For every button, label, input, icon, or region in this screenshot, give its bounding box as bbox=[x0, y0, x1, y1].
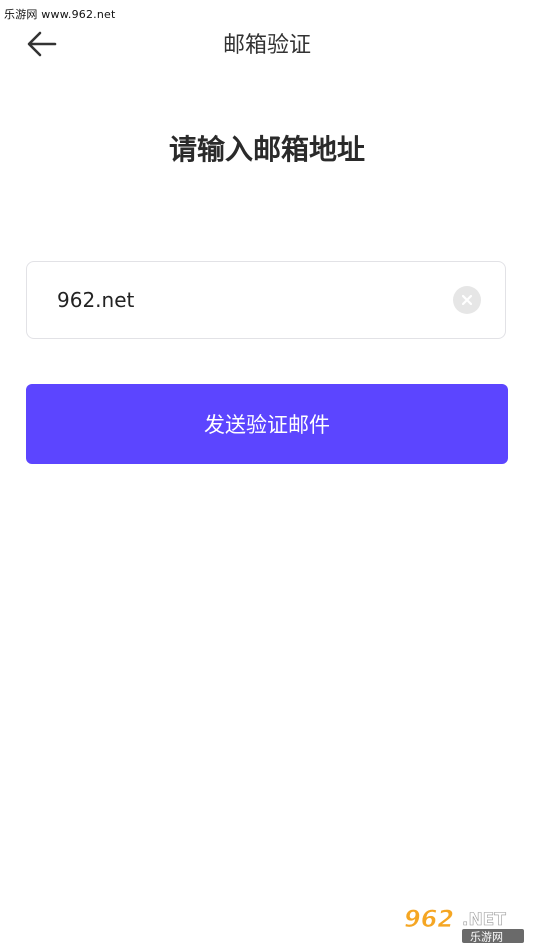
clear-input-button[interactable] bbox=[453, 286, 481, 314]
email-prompt-heading: 请输入邮箱地址 bbox=[168, 133, 365, 166]
svg-text:.NET: .NET bbox=[462, 910, 506, 930]
send-verification-email-button[interactable]: 发送验证邮件 bbox=[26, 384, 508, 464]
site-watermark-text: 乐游网 www.962.net bbox=[4, 8, 116, 21]
svg-text:乐游网: 乐游网 bbox=[470, 931, 503, 944]
email-input[interactable] bbox=[57, 262, 447, 338]
svg-text:962: 962 bbox=[404, 905, 454, 933]
brand-logo-watermark: 962 .NET 乐游网 bbox=[400, 903, 528, 945]
email-field-container bbox=[26, 261, 506, 339]
page-title: 邮箱验证 bbox=[222, 33, 311, 58]
close-circle-icon bbox=[461, 294, 473, 306]
